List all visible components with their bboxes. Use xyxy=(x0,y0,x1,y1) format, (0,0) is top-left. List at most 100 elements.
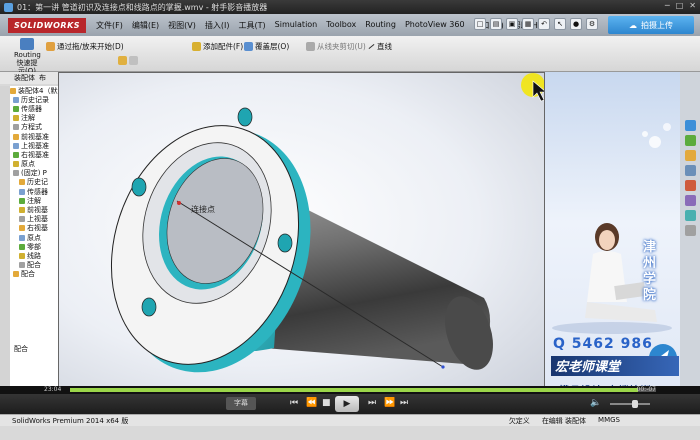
view-palette-icon[interactable] xyxy=(684,165,696,176)
tree-item[interactable]: 原点 xyxy=(10,160,59,169)
add-fitting-button[interactable]: 添加配件(F) xyxy=(192,41,243,52)
resources-icon[interactable] xyxy=(684,120,696,131)
new-icon[interactable]: □ xyxy=(474,18,486,30)
toolbar-row2 xyxy=(118,56,138,65)
forum-icon[interactable] xyxy=(684,210,696,221)
minimize-button[interactable]: ─ xyxy=(665,1,670,10)
step-button[interactable]: ⏭ xyxy=(368,397,376,410)
tree-item[interactable]: 前视基准 xyxy=(10,132,59,141)
print-icon[interactable]: ▦ xyxy=(522,18,534,30)
upload-button[interactable]: ☁ 拍摄上传 xyxy=(608,16,694,34)
status-version: SolidWorks Premium 2014 x64 版 xyxy=(12,416,129,425)
rebuild-icon[interactable]: ● xyxy=(570,18,582,30)
tree-item[interactable]: 装配体4（默认 xyxy=(10,86,59,95)
tab-layout[interactable]: 布 xyxy=(39,73,46,83)
tree-item[interactable]: 右视基准 xyxy=(10,150,59,159)
tree-item[interactable]: 方程式 xyxy=(10,123,59,132)
tree-item[interactable]: 上视基 xyxy=(10,215,59,224)
routing-quick-tips-button[interactable]: Routing 快速提示(Q) xyxy=(14,38,41,75)
undo-icon[interactable]: ↶ xyxy=(538,18,550,30)
woman-legs xyxy=(585,302,657,322)
tree-item-label: 注解 xyxy=(27,196,41,205)
volume-slider[interactable] xyxy=(610,400,650,408)
tree-item[interactable]: 右视基 xyxy=(10,224,59,233)
design-library-icon[interactable] xyxy=(684,135,696,146)
woman-face xyxy=(599,230,615,250)
tab-assembly[interactable]: 装配体 xyxy=(14,73,35,83)
tree-item[interactable]: 注解 xyxy=(10,114,59,123)
menu-item[interactable]: Toolbox xyxy=(326,20,356,31)
overlay-button[interactable]: 覆盖层(O) xyxy=(244,41,289,52)
open-icon[interactable]: ▤ xyxy=(490,18,502,30)
tree-item[interactable]: 历史记录 xyxy=(10,95,59,104)
tree-item[interactable]: 注解 xyxy=(10,196,59,205)
player-controls: 字幕 ⏮ ⏪ ■ ▶ ⏭ ⏩ ⏭ 🔈 xyxy=(0,394,700,414)
bolt-hole xyxy=(237,107,253,127)
subtitle-button[interactable]: 字幕 xyxy=(226,397,256,410)
line-icon xyxy=(368,43,375,50)
next-button[interactable]: ⏭ xyxy=(400,397,408,410)
speaker-icon[interactable]: 🔈 xyxy=(590,397,601,410)
menu-item[interactable]: 文件(F) xyxy=(96,20,123,31)
maximize-button[interactable]: □ xyxy=(676,1,684,10)
tree-item[interactable]: 历史记 xyxy=(10,178,59,187)
forward-button[interactable]: ⏩ xyxy=(384,397,395,410)
edit-route-icon[interactable] xyxy=(129,56,138,65)
promo-panel: 津州学院 Q 5462 986 宏老师课堂 模具设计 高端培训 xyxy=(545,72,680,407)
tree-item-icon xyxy=(19,262,25,269)
menu-item[interactable]: 视图(V) xyxy=(168,20,196,31)
tree-item[interactable]: (固定) P xyxy=(10,169,59,178)
tree-item[interactable]: 原点 xyxy=(10,233,59,242)
tree-item-label: 零部 xyxy=(27,242,41,251)
prev-button[interactable]: ⏮ xyxy=(290,397,298,410)
command-manager: Routing 快速提示(Q) 通过拖/放来开始(D) 添加配件(F) 覆盖层(… xyxy=(0,36,700,75)
seek-bar[interactable] xyxy=(70,388,656,392)
tree-item[interactable]: 零部 xyxy=(10,242,59,251)
connection-point-marker[interactable] xyxy=(177,201,181,205)
close-button[interactable]: ✕ xyxy=(689,1,696,10)
menu-item[interactable]: PhotoView 360 xyxy=(405,20,465,31)
rewind-button[interactable]: ⏪ xyxy=(306,397,317,410)
graphics-viewport[interactable]: 连接点 xyxy=(58,72,545,407)
tree-item[interactable]: 线路 xyxy=(10,251,59,260)
tree-item-icon xyxy=(13,96,19,103)
appearances-icon[interactable] xyxy=(684,180,696,191)
options-icon[interactable]: ⚙ xyxy=(586,18,598,30)
save-icon[interactable]: ▣ xyxy=(506,18,518,30)
tree-item[interactable]: 传感器 xyxy=(10,187,59,196)
panel-tabs: 装配体 布 xyxy=(0,72,60,84)
custom-properties-icon[interactable] xyxy=(684,195,696,206)
toolbox-icon[interactable] xyxy=(684,225,696,236)
route-tool-icon[interactable] xyxy=(118,56,127,65)
tree-item[interactable]: 前视基 xyxy=(10,205,59,214)
clip-icon xyxy=(306,42,315,51)
screen: 01：第一讲 管道初识及连接点和线路点的掌握.wmv - 射手影音播放器 ─ □… xyxy=(0,0,700,440)
tree-item-icon xyxy=(19,188,25,195)
menu-item[interactable]: 编辑(E) xyxy=(132,20,159,31)
menu-item[interactable]: Routing xyxy=(365,20,396,31)
volume-knob[interactable] xyxy=(632,400,639,408)
status-item: 在编辑 装配体 xyxy=(541,416,587,425)
tree-item[interactable]: 配合 xyxy=(10,270,59,279)
stop-button[interactable]: ■ xyxy=(322,397,331,410)
tree-item-icon xyxy=(13,271,19,278)
drag-drop-start-button[interactable]: 通过拖/放来开始(D) xyxy=(46,41,124,52)
tree-item[interactable]: 配合 xyxy=(10,261,59,270)
menu-item[interactable]: Simulation xyxy=(275,20,318,31)
tree-item-icon xyxy=(13,142,19,149)
select-icon[interactable]: ↖ xyxy=(554,18,566,30)
menu-item[interactable]: 工具(T) xyxy=(239,20,266,31)
tree-item[interactable]: 传感器 xyxy=(10,104,59,113)
tree-item-icon xyxy=(19,207,25,214)
overlay-icon xyxy=(244,42,253,51)
tree-item[interactable]: 上视基准 xyxy=(10,141,59,150)
line-button[interactable]: 直线 xyxy=(368,41,392,52)
tree-item-label: 右视基准 xyxy=(21,150,49,159)
play-button[interactable]: ▶ xyxy=(335,396,359,412)
tree-item-label: 传感器 xyxy=(21,104,42,113)
menu-item[interactable]: 插入(I) xyxy=(205,20,230,31)
route-point-marker[interactable] xyxy=(441,365,445,369)
tree-item-icon xyxy=(13,115,19,122)
file-explorer-icon[interactable] xyxy=(684,150,696,161)
cut-from-clip-button[interactable]: 从线夹剪切(U) xyxy=(306,41,366,52)
